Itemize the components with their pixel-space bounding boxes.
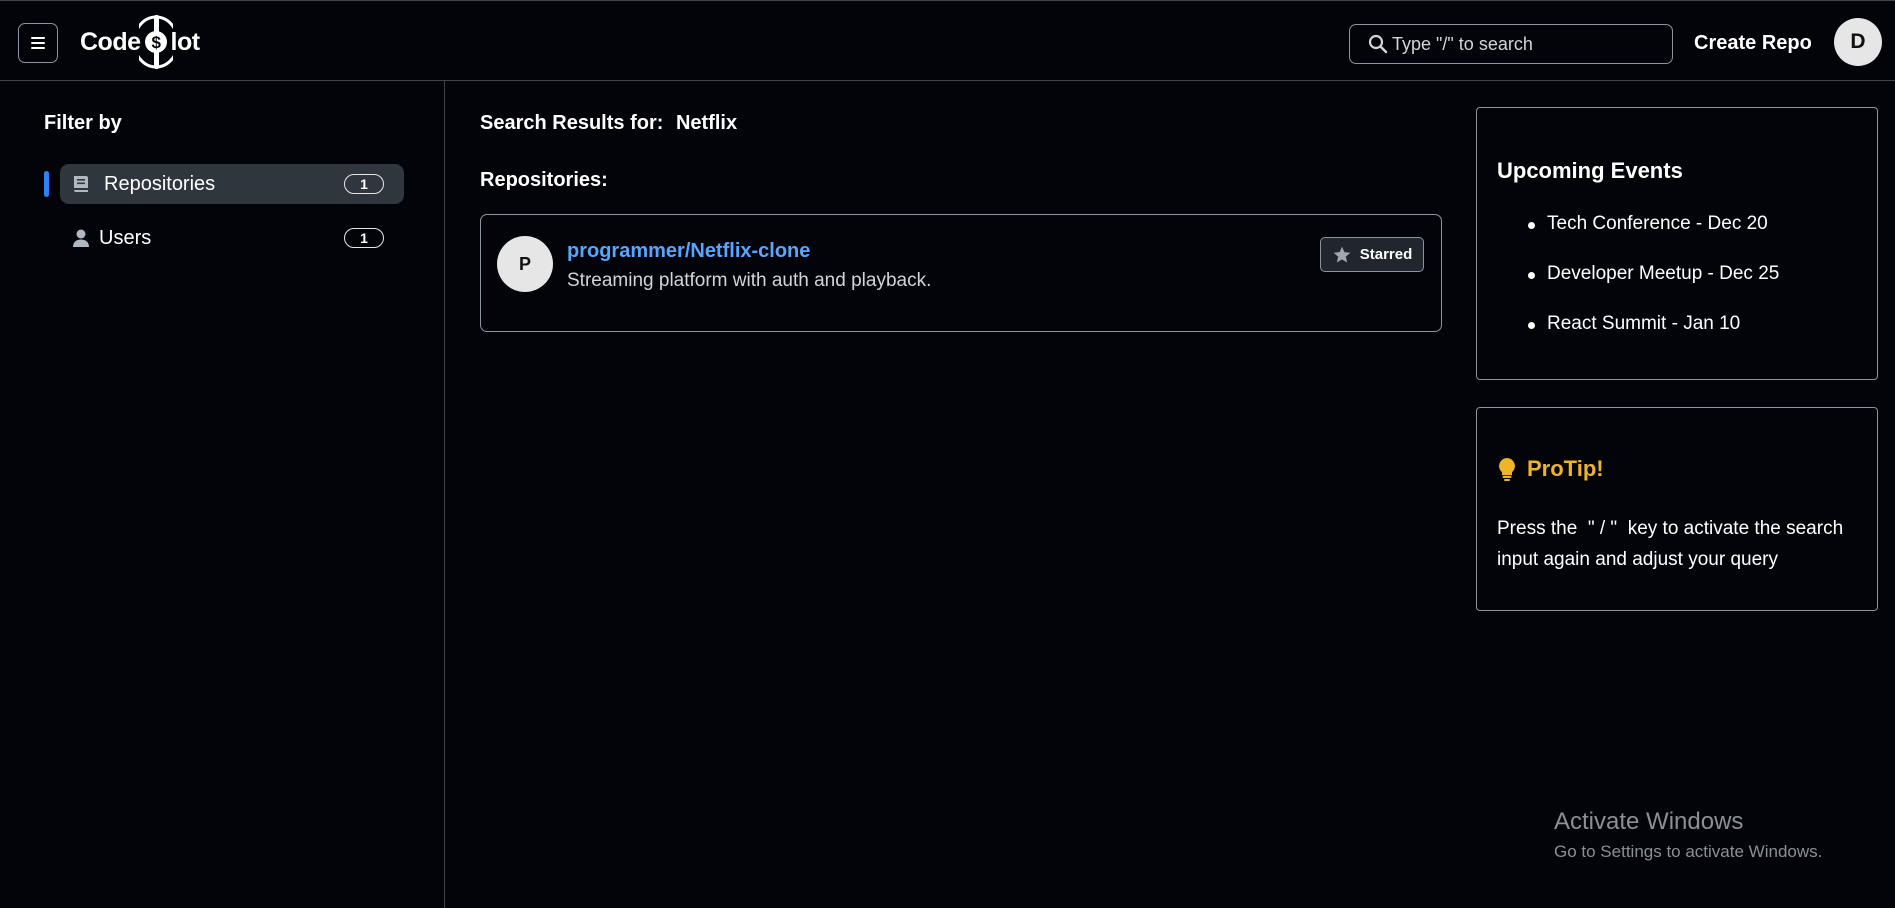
sidebar-item-repositories[interactable]: Repositories 1 — [60, 164, 404, 204]
watermark-title: Activate Windows — [1554, 808, 1744, 835]
events-list: Tech Conference - Dec 20 Developer Meetu… — [1527, 213, 1779, 363]
active-indicator — [44, 171, 49, 197]
results-title: Search Results for: Netflix — [480, 112, 737, 135]
count-badge: 1 — [344, 228, 384, 248]
repositories-heading: Repositories: — [480, 169, 608, 191]
create-repo-button[interactable]: Create Repo — [1694, 32, 1812, 55]
search-icon — [1368, 34, 1388, 54]
user-icon — [73, 229, 89, 247]
menu-button[interactable] — [18, 23, 58, 63]
user-avatar[interactable]: D — [1834, 18, 1882, 66]
hamburger-icon — [31, 37, 45, 49]
search-query: Netflix — [675, 112, 738, 134]
repo-avatar[interactable]: P — [497, 236, 553, 292]
sidebar-item-users[interactable]: Users 1 — [60, 218, 404, 258]
protip-text: Press the " / " key to activate the sear… — [1497, 518, 1849, 570]
repo-book-icon — [74, 176, 88, 192]
top-header: Code $ lot Create Repo D — [0, 0, 1895, 81]
dollar-slot-logo-icon: $ — [138, 15, 173, 69]
starred-button[interactable]: Starred — [1320, 237, 1424, 272]
event-item: Tech Conference - Dec 20 — [1527, 213, 1779, 263]
count-badge: 1 — [344, 174, 384, 194]
events-title: Upcoming Events — [1497, 158, 1683, 183]
logo-text-right: lot — [170, 27, 201, 56]
search-box[interactable] — [1349, 24, 1673, 64]
star-icon — [1333, 246, 1351, 262]
lightbulb-icon — [1499, 458, 1515, 481]
logo[interactable]: Code $ lot — [80, 15, 201, 69]
results-prefix: Search Results for: — [480, 112, 664, 134]
windows-activation-watermark: Activate Windows Go to Settings to activ… — [1554, 808, 1822, 862]
protip-heading: ProTip! — [1527, 456, 1604, 481]
search-input[interactable] — [1392, 33, 1662, 55]
watermark-subtitle: Go to Settings to activate Windows. — [1554, 842, 1823, 861]
svg-text:$: $ — [151, 33, 161, 52]
filter-title: Filter by — [44, 112, 122, 134]
upcoming-events-card: Upcoming Events Tech Conference - Dec 20… — [1476, 107, 1878, 380]
filter-sidebar: Filter by Repositories 1 Users 1 — [0, 81, 445, 908]
event-item: Developer Meetup - Dec 25 — [1527, 263, 1779, 313]
sidebar-item-label: Repositories — [104, 172, 216, 195]
event-item: React Summit - Jan 10 — [1527, 313, 1779, 363]
protip-title: ProTip! — [1497, 456, 1604, 482]
logo-text-left: Code — [80, 27, 141, 56]
protip-card: ProTip! Press the " / " key to activate … — [1476, 407, 1878, 611]
repo-card: P programmer/Netflix-clone Streaming pla… — [480, 214, 1442, 332]
sidebar-item-label: Users — [99, 226, 152, 249]
repo-name-link[interactable]: programmer/Netflix-clone — [567, 240, 810, 263]
starred-label: Starred — [1359, 246, 1413, 263]
repo-description: Streaming platform with auth and playbac… — [567, 270, 932, 291]
